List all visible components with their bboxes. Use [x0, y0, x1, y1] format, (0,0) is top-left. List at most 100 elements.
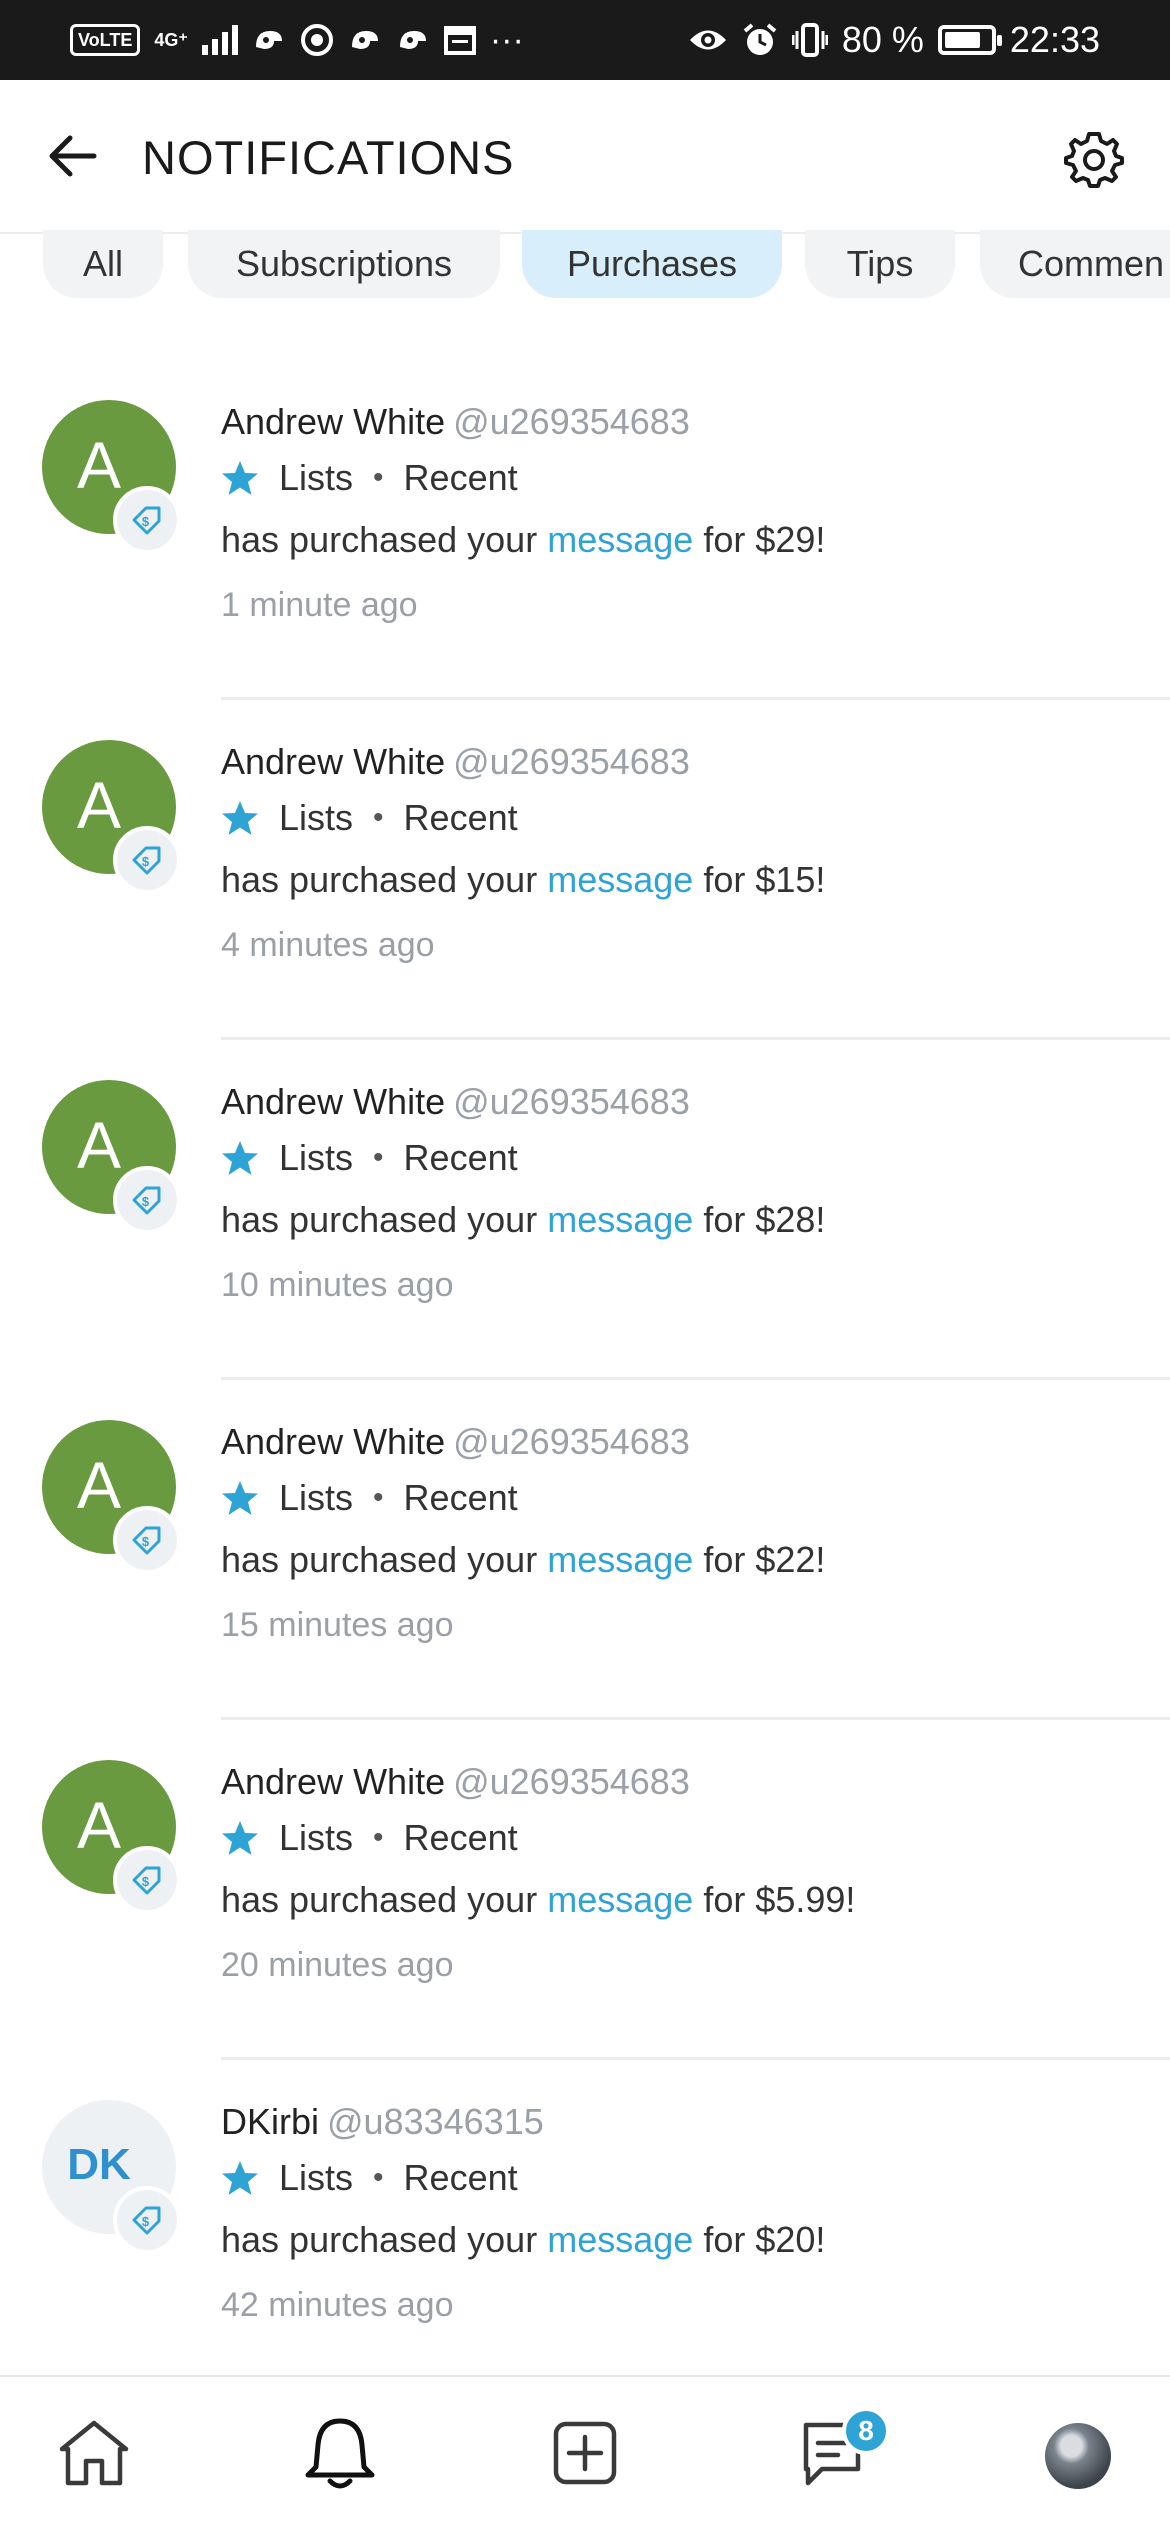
purchase-tag-icon: $ [113, 2186, 181, 2254]
separator-dot: • [373, 1481, 384, 1514]
name-line: Andrew White @u269354683 [221, 740, 1150, 784]
filter-subscriptions[interactable]: Subscriptions [188, 230, 500, 298]
notification-message: has purchased your message for $29! [221, 518, 1150, 562]
user-handle[interactable]: @u269354683 [453, 401, 690, 442]
alarm-icon [743, 23, 777, 55]
add-post-icon [553, 2421, 617, 2485]
network-type: 4G⁺ [154, 30, 188, 50]
star-icon [222, 461, 258, 495]
user-name[interactable]: Andrew White [221, 1761, 445, 1802]
user-name[interactable]: DKirbi [221, 2101, 319, 2142]
status-right: 80 % 22:33 [688, 0, 1100, 80]
message-link[interactable]: message [547, 2219, 693, 2260]
profile-avatar[interactable] [1045, 2423, 1111, 2489]
svg-text:$: $ [142, 2214, 150, 2229]
recent-label[interactable]: Recent [404, 2156, 518, 2200]
user-name[interactable]: Andrew White [221, 401, 445, 442]
user-name[interactable]: Andrew White [221, 1081, 445, 1122]
battery-icon [937, 25, 1002, 55]
recent-label[interactable]: Recent [404, 456, 518, 500]
notification-item[interactable]: A $ Andrew White @u269354683 Lists • Rece… [0, 1720, 1170, 2060]
name-line: DKirbi @u83346315 [221, 2100, 1150, 2144]
lists-label[interactable]: Lists [279, 2156, 353, 2200]
name-line: Andrew White @u269354683 [221, 1760, 1150, 1804]
user-handle[interactable]: @u269354683 [453, 741, 690, 782]
back-button[interactable] [40, 124, 104, 188]
message-text-after: for $22! [703, 1539, 826, 1580]
purchase-tag-icon: $ [113, 826, 181, 894]
recent-label[interactable]: Recent [404, 1476, 518, 1520]
svg-text:$: $ [142, 1534, 150, 1549]
filter-comments[interactable]: Commen [980, 230, 1170, 298]
message-link[interactable]: message [547, 1539, 693, 1580]
bell-icon [305, 2418, 375, 2489]
name-line: Andrew White @u269354683 [221, 1420, 1150, 1464]
page-title: NOTIFICATIONS [142, 131, 515, 184]
notification-time: 20 minutes ago [221, 1946, 454, 1984]
filter-purchases[interactable]: Purchases [522, 230, 782, 298]
battery-percent: 80 % [841, 19, 924, 60]
recent-label[interactable]: Recent [404, 796, 518, 840]
purchase-tag-icon: $ [113, 1846, 181, 1914]
nav-add-post[interactable] [543, 2411, 627, 2495]
user-handle[interactable]: @u269354683 [453, 1081, 690, 1122]
nav-notifications[interactable] [298, 2411, 382, 2495]
notification-message: has purchased your message for $20! [221, 2218, 1150, 2262]
message-text-before: has purchased your [221, 2219, 538, 2260]
filter-label: Subscriptions [235, 243, 453, 284]
message-text-after: for $29! [703, 519, 826, 560]
user-handle[interactable]: @u269354683 [453, 1421, 690, 1462]
lists-label[interactable]: Lists [279, 1816, 353, 1860]
message-link[interactable]: message [547, 859, 693, 900]
lists-label[interactable]: Lists [279, 796, 353, 840]
message-text-before: has purchased your [221, 519, 538, 560]
settings-button[interactable] [1058, 124, 1130, 196]
purchase-tag-icon: $ [113, 1506, 181, 1574]
filter-label: All [82, 243, 123, 284]
nav-home[interactable] [52, 2411, 136, 2495]
message-text-before: has purchased your [221, 1879, 538, 1920]
notification-item[interactable]: A $ Andrew White @u269354683 Lists • Rece… [0, 1040, 1170, 1380]
message-text-before: has purchased your [221, 859, 538, 900]
home-icon [59, 2420, 129, 2486]
signal-icon [201, 25, 238, 55]
filter-all[interactable]: All [43, 230, 163, 298]
user-handle[interactable]: @u83346315 [327, 2101, 544, 2142]
lists-label[interactable]: Lists [279, 1136, 353, 1180]
user-name[interactable]: Andrew White [221, 1421, 445, 1462]
arrow-left-icon [49, 135, 97, 177]
purchase-tag-icon: $ [113, 1166, 181, 1234]
bottom-navigation: 8 [0, 2375, 1170, 2532]
filter-tips[interactable]: Tips [805, 230, 955, 298]
svg-text:$: $ [142, 854, 150, 869]
user-name[interactable]: Andrew White [221, 741, 445, 782]
notification-item[interactable]: DK $ DKirbi @u83346315 Lists • Recent has… [0, 2060, 1170, 2400]
star-icon [222, 1481, 258, 1515]
notification-message: has purchased your message for $5.99! [221, 1878, 1150, 1922]
avatar-initials: A [76, 1108, 122, 1182]
star-icon [222, 2161, 258, 2195]
lists-line: Lists • Recent [221, 1136, 1150, 1180]
recent-label[interactable]: Recent [404, 1136, 518, 1180]
avatar-initials: A [76, 1448, 122, 1522]
message-text-after: for $15! [703, 859, 826, 900]
lists-label[interactable]: Lists [279, 1476, 353, 1520]
message-link[interactable]: message [547, 519, 693, 560]
lists-line: Lists • Recent [221, 796, 1150, 840]
notification-content: DKirbi @u83346315 Lists • Recent has purc… [221, 2100, 1150, 2326]
calendar-icon [443, 26, 476, 55]
app-header: NOTIFICATIONS [0, 80, 1170, 232]
message-link[interactable]: message [547, 1199, 693, 1240]
message-link[interactable]: message [547, 1879, 693, 1920]
lists-label[interactable]: Lists [279, 456, 353, 500]
recent-label[interactable]: Recent [404, 1816, 518, 1860]
notification-content: Andrew White @u269354683 Lists • Recent h… [221, 1080, 1150, 1306]
separator-dot: • [373, 461, 384, 494]
svg-text:$: $ [142, 514, 150, 529]
user-handle[interactable]: @u269354683 [453, 1761, 690, 1802]
notification-item[interactable]: A $ Andrew White @u269354683 Lists • Rece… [0, 1380, 1170, 1720]
notification-item[interactable]: A $ Andrew White @u269354683 Lists • Rece… [0, 360, 1170, 700]
notification-time: 42 minutes ago [221, 2286, 454, 2324]
message-text-after: for $5.99! [703, 1879, 856, 1920]
notification-item[interactable]: A $ Andrew White @u269354683 Lists • Rece… [0, 700, 1170, 1040]
